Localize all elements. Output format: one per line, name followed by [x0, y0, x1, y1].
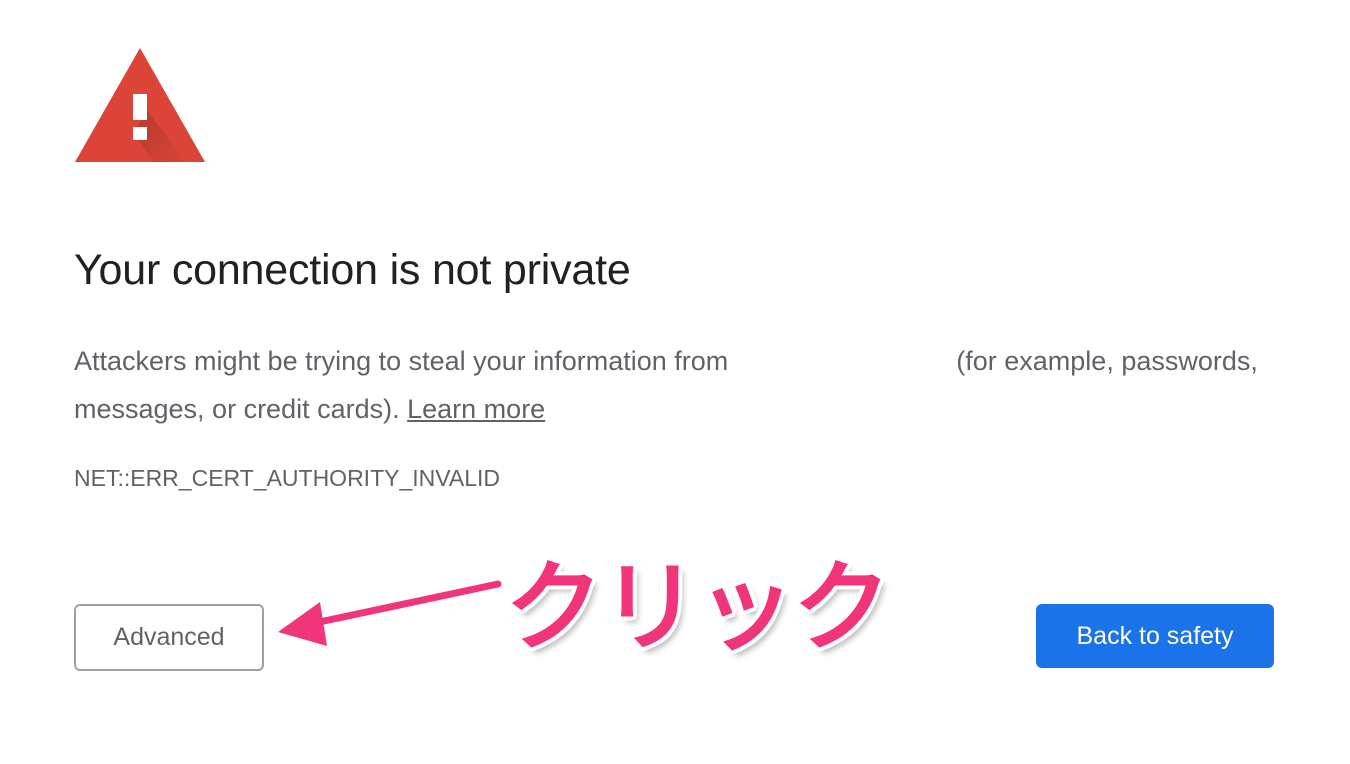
advanced-button[interactable]: Advanced	[74, 604, 264, 671]
click-annotation-label: クリック	[505, 551, 891, 665]
description-text: Attackers might be trying to steal your …	[74, 346, 729, 376]
warning-triangle-icon	[75, 48, 205, 162]
arrow-left-icon	[272, 577, 505, 652]
back-to-safety-button[interactable]: Back to safety	[1036, 604, 1274, 668]
page-title: Your connection is not private	[74, 246, 631, 294]
error-code: NET::ERR_CERT_AUTHORITY_INVALID	[74, 465, 501, 491]
learn-more-link[interactable]: Learn more	[407, 394, 545, 424]
error-description: Attackers might be trying to steal your …	[74, 337, 1264, 433]
